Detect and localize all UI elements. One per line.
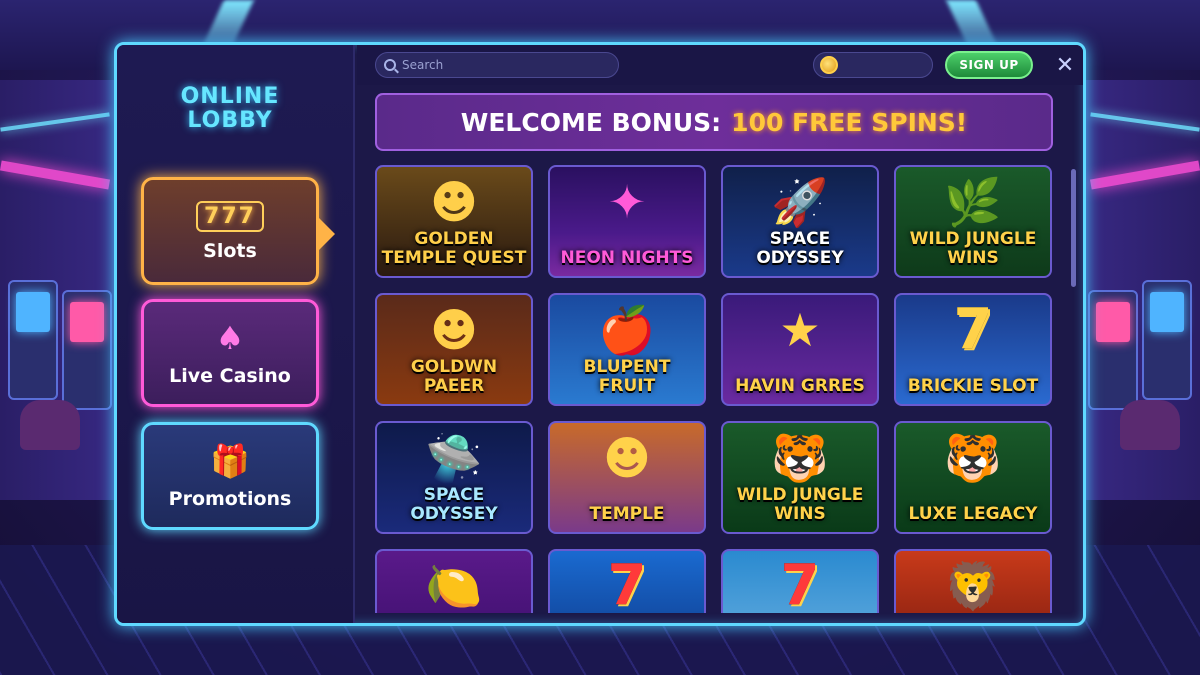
game-title: HAVIN GRRES [735,376,865,396]
dealer-cards-icon: ♠ [215,319,245,357]
pharaoh-icon: ☻ [430,175,478,229]
neon-text: ✦ [607,175,647,229]
gift-icon: 🎁 [210,442,250,480]
search-input[interactable] [402,58,592,72]
lion-icon: 🦁 [944,559,1002,613]
sidebar-item-promotions[interactable]: 🎁 Promotions [141,422,319,530]
slot-machine-decor [8,280,58,400]
game-tile[interactable]: 🛸 SPACE ODYSSEY [375,421,533,534]
game-tile[interactable]: 🌿 WILD JUNGLE WINS [894,165,1052,278]
sidebar: ONLINE LOBBY 777 Slots ♠ Live Casino 🎁 P… [117,45,355,623]
game-title: WILD JUNGLE WINS [909,229,1037,268]
chair-decor [20,400,80,450]
chair-decor [1120,400,1180,450]
pharaoh-mask-icon: ☻ [430,303,478,357]
game-title: BRICKIE SLOT [907,376,1039,396]
game-tile[interactable]: ★ HAVIN GRRES [721,293,879,406]
game-tile[interactable]: 🐯 WILD JUNGLE WINS [721,421,879,534]
game-tile[interactable]: 🚀 SPACE ODYSSEY [721,165,879,278]
game-tile[interactable]: 7 BRICKIE SLOT [894,293,1052,406]
rocket-icon: 🚀 [771,175,829,229]
game-title: GOLDWN PAEER [410,357,498,396]
sidebar-item-label: Live Casino [169,365,291,387]
banner-text-gold: 100 FREE SPINS! [731,107,968,137]
ufo-icon: 🛸 [425,431,483,485]
slot-machine-777-icon: 777 [196,200,264,232]
seven-icon: 7 [607,553,647,614]
fruit-icon: 🍎 [598,303,656,357]
sidebar-item-slots[interactable]: 777 Slots [141,177,335,285]
orange-star-icon: ★ [779,303,821,357]
search-box[interactable] [375,52,619,78]
coin-icon [820,56,838,74]
game-title: WILD JUNGLE WINS [736,485,864,524]
sidebar-item-label: Slots [203,239,257,262]
logo-line-1: ONLINE [180,84,280,109]
coin-balance[interactable] [813,52,933,78]
game-tile[interactable]: 🍋 [375,549,533,613]
lemon-icon: 🍋 [425,559,483,613]
game-title: LUXE LEGACY [908,504,1038,524]
top-bar: SIGN UP ✕ [357,45,1083,85]
game-tile[interactable]: ☻ TEMPLE [548,421,706,534]
logo-line-2: LOBBY [187,108,273,133]
game-tile[interactable]: ✦ NEON NIGHTS [548,165,706,278]
game-title: NEON NIGHTS [560,248,694,268]
game-tile[interactable]: 🍎 BLUPENT FRUIT [548,293,706,406]
welcome-bonus-banner[interactable]: WELCOME BONUS: 100 FREE SPINS! [375,93,1053,151]
game-tile[interactable]: 7 [721,549,879,613]
close-icon[interactable]: ✕ [1051,51,1079,79]
sign-up-button[interactable]: SIGN UP [945,51,1033,79]
tiger-icon: 🐯 [771,431,829,485]
game-tile[interactable]: ☻ GOLDEN TEMPLE QUEST [375,165,533,278]
seven-icon: 7 [953,297,993,362]
sidebar-item-label: Promotions [168,488,292,510]
game-tile[interactable]: 🐯 LUXE LEGACY [894,421,1052,534]
search-icon [384,59,396,71]
tiger-icon: 🐯 [944,431,1002,485]
lobby-window: ONLINE LOBBY 777 Slots ♠ Live Casino 🎁 P… [114,42,1086,626]
game-title: TEMPLE [589,504,665,524]
game-grid: ☻ GOLDEN TEMPLE QUEST ✦ NEON NIGHTS 🚀 SPACE O… [375,165,1055,613]
pharaoh-icon: ☻ [603,431,651,485]
slot-machine-decor [1088,290,1138,410]
sidebar-item-live-casino[interactable]: ♠ Live Casino [141,299,319,407]
lobby-logo: ONLINE LOBBY [117,85,343,133]
active-indicator-arrow [317,216,335,252]
game-title: SPACE ODYSSEY [410,485,498,524]
game-tile[interactable]: 🦁 [894,549,1052,613]
game-tile[interactable]: 7 [548,549,706,613]
game-tile[interactable]: ☻ GOLDWN PAEER [375,293,533,406]
jungle-icon: 🌿 [944,175,1002,229]
slot-machine-decor [62,290,112,410]
seven-icon: 7 [780,553,820,614]
grid-scrollbar[interactable] [1071,169,1076,287]
banner-text-white: WELCOME BONUS: [460,107,722,137]
game-title: GOLDEN TEMPLE QUEST [381,229,527,268]
game-title: SPACE ODYSSEY [756,229,844,268]
game-title: BLUPENT FRUIT [583,357,671,396]
main-content: SIGN UP ✕ WELCOME BONUS: 100 FREE SPINS!… [357,45,1083,623]
slot-machine-decor [1142,280,1192,400]
